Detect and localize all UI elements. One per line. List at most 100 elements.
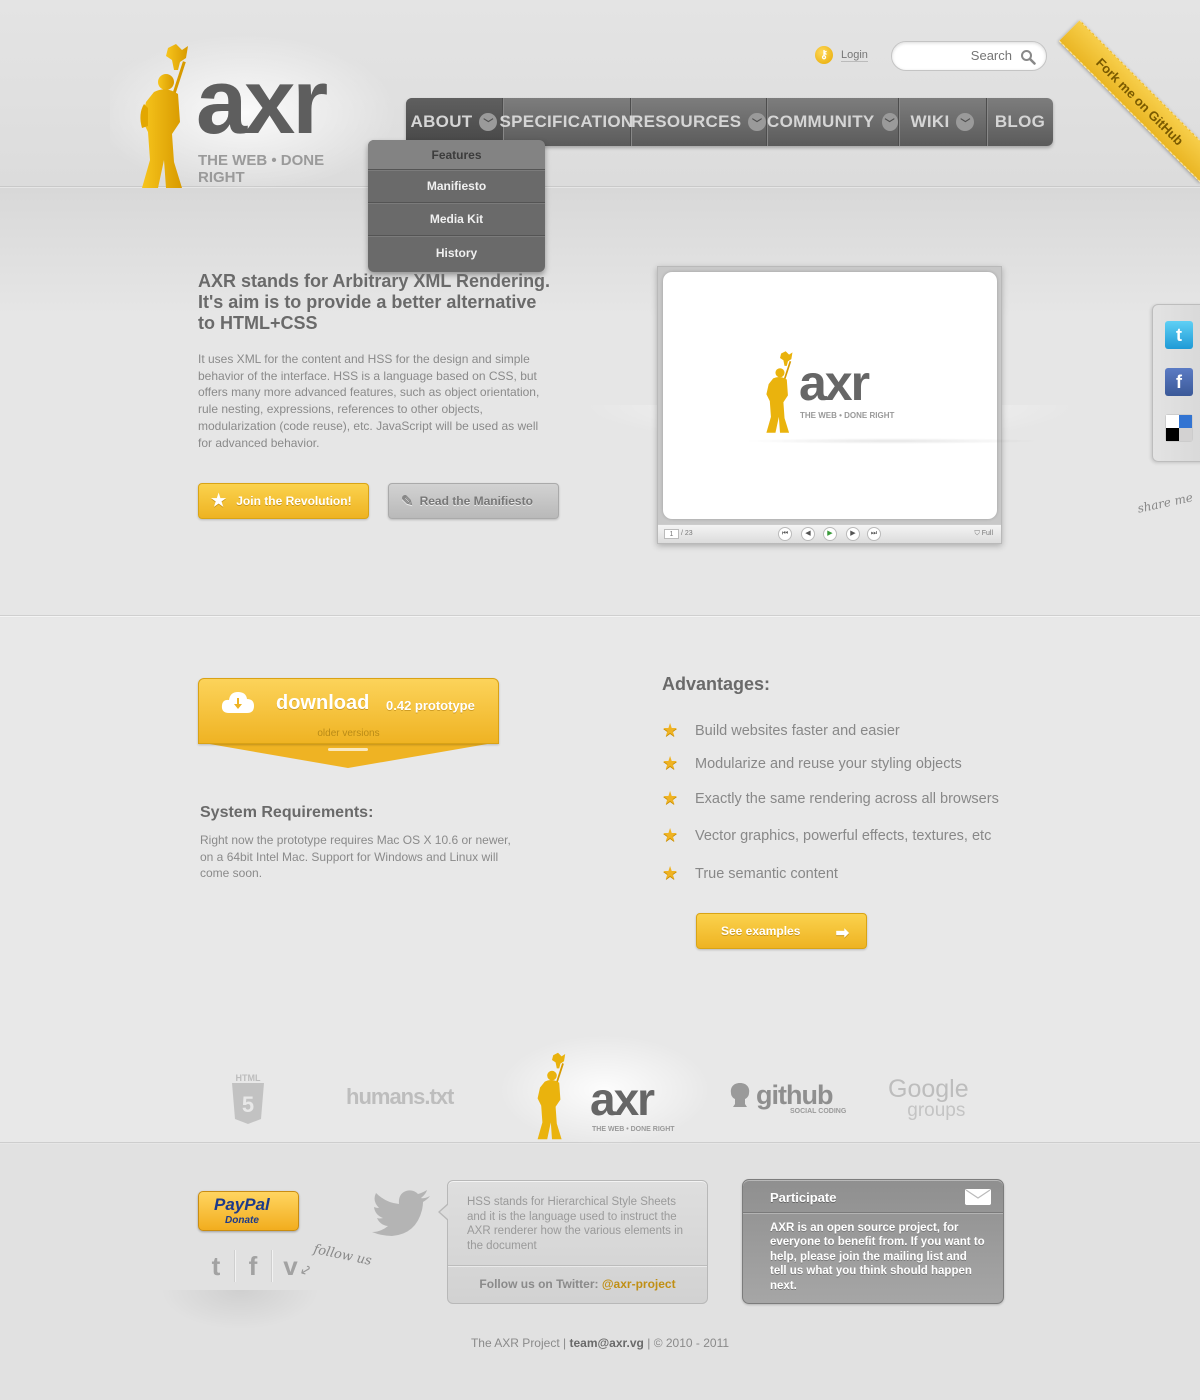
- nav-about-label: ABOUT: [410, 112, 473, 131]
- star-icon: ★: [662, 863, 679, 883]
- search-icon[interactable]: [1020, 49, 1036, 65]
- star-icon: ★: [662, 788, 679, 808]
- twitter-icon[interactable]: t: [198, 1250, 235, 1282]
- fullscreen-label: Full: [981, 530, 993, 537]
- nav-blog-label: BLOG: [994, 112, 1046, 131]
- download-version: 0.42 prototype: [386, 698, 475, 713]
- advantage-item: ★ Exactly the same rendering across all …: [662, 788, 999, 809]
- search-box[interactable]: [891, 41, 1047, 71]
- advantage-text: Exactly the same rendering across all br…: [695, 790, 999, 807]
- paypal-label: PayPal: [214, 1195, 270, 1214]
- github-subtitle: SOCIAL CODING: [790, 1108, 847, 1115]
- nav-about[interactable]: ABOUT ﹀: [406, 98, 503, 146]
- page-number-input[interactable]: 1: [664, 529, 679, 539]
- octocat-icon: [730, 1083, 750, 1107]
- center-logo-tagline: THE WEB • DONE RIGHT: [592, 1126, 675, 1133]
- google-groups-logo[interactable]: Google groups: [888, 1075, 969, 1122]
- advantage-text: True semantic content: [695, 865, 838, 882]
- slideshow-viewer[interactable]: axr THE WEB • DONE RIGHT 1 / 23 ⏮ ◀ ▶ ▶ …: [657, 266, 1043, 544]
- menu-item-history[interactable]: History: [368, 236, 545, 269]
- facebook-icon[interactable]: f: [1165, 368, 1193, 396]
- nav-community[interactable]: COMMUNITY ﹀: [767, 98, 899, 146]
- login-link-group[interactable]: ⚷ Login: [815, 46, 868, 64]
- system-requirements-title: System Requirements:: [200, 804, 374, 821]
- mail-icon[interactable]: [965, 1189, 991, 1205]
- footer-shadow: [160, 1290, 320, 1330]
- cloud-download-icon: [221, 692, 254, 713]
- slide-logo-wordmark: axr: [799, 355, 870, 411]
- site-logo[interactable]: axr THE WEB • DONE RIGHT: [110, 28, 410, 198]
- share-panel: t f: [1152, 304, 1200, 462]
- twitter-icon[interactable]: t: [1165, 321, 1193, 349]
- tweet-text: HSS stands for Hierarchical Style Sheets…: [467, 1196, 684, 1252]
- nav-blog[interactable]: BLOG: [987, 98, 1053, 146]
- older-versions-link[interactable]: older versions: [198, 728, 499, 739]
- center-logo-wordmark: axr: [590, 1073, 655, 1125]
- groups-wordmark: groups: [907, 1100, 966, 1121]
- advantages-title: Advantages:: [662, 674, 771, 694]
- star-icon: ★: [662, 720, 679, 740]
- social-links: t f v: [198, 1250, 309, 1282]
- paypal-donate-button[interactable]: PayPal Donate: [198, 1191, 299, 1231]
- hero-description: It uses XML for the content and HSS for …: [198, 352, 540, 450]
- participate-box: Participate AXR is an open source projec…: [742, 1179, 1004, 1304]
- participate-header: Participate: [743, 1180, 1003, 1213]
- chevron-down-icon: ﹀: [956, 113, 975, 131]
- login-link[interactable]: Login: [841, 49, 868, 62]
- github-logo[interactable]: github SOCIAL CODING: [728, 1082, 846, 1115]
- main-band: [0, 618, 1200, 1038]
- copyright-project: The AXR Project: [470, 1336, 560, 1350]
- join-revolution-label: Join the Revolution!: [236, 494, 352, 508]
- see-examples-button[interactable]: See examples ➡: [696, 913, 867, 949]
- download-button[interactable]: download 0.42 prototype older versions: [198, 678, 499, 770]
- slide-logo: axr THE WEB • DONE RIGHT: [743, 346, 1043, 446]
- slide-logo-shadow: [743, 438, 1043, 444]
- warrior-figure-icon: [140, 44, 188, 188]
- star-icon: ★: [211, 491, 227, 510]
- donate-label: Donate: [225, 1215, 259, 1226]
- about-dropdown-menu: Features Manifiesto Media Kit History: [368, 140, 545, 272]
- advantage-text: Vector graphics, powerful effects, textu…: [695, 827, 992, 844]
- page-total: / 23: [681, 530, 693, 537]
- follow-twitter-line: Follow us on Twitter: @axr-project: [448, 1277, 707, 1291]
- menu-item-manifiesto[interactable]: Manifiesto: [368, 170, 545, 203]
- google-wordmark: Google: [888, 1075, 969, 1103]
- play-icon[interactable]: ▶: [823, 527, 837, 541]
- warrior-figure-icon: [537, 1052, 566, 1140]
- read-manifesto-button[interactable]: ✎ Read the Manifiesto: [388, 483, 559, 519]
- read-manifesto-label: Read the Manifiesto: [419, 494, 533, 508]
- twitter-handle-link[interactable]: @axr-project: [602, 1277, 676, 1291]
- follow-twitter-label: Follow us on Twitter:: [479, 1277, 599, 1291]
- participate-text: AXR is an open source project, for every…: [770, 1222, 985, 1292]
- warrior-figure-icon: [766, 351, 793, 433]
- advantage-text: Modularize and reuse your styling object…: [695, 755, 962, 772]
- previous-slide-icon[interactable]: ◀: [801, 527, 815, 541]
- menu-item-features[interactable]: Features: [368, 140, 545, 170]
- fullscreen-button[interactable]: ⛉ Full: [975, 530, 993, 538]
- logo-tagline: THE WEB • DONE RIGHT: [198, 152, 325, 186]
- github-wordmark: github: [756, 1080, 833, 1110]
- contact-email-link[interactable]: team@axr.vg: [569, 1336, 643, 1350]
- nav-specification[interactable]: SPECIFICATION: [499, 98, 634, 146]
- star-icon: ★: [662, 825, 679, 845]
- nav-resources-label: RESOURCES: [631, 112, 742, 131]
- search-input[interactable]: [904, 48, 1012, 63]
- system-requirements-text: Right now the prototype requires Mac OS …: [200, 833, 511, 880]
- first-slide-icon[interactable]: ⏮: [778, 527, 792, 541]
- facebook-icon[interactable]: f: [235, 1250, 272, 1282]
- humans-txt-logo[interactable]: humans.txt: [346, 1084, 454, 1110]
- html5-label: HTML: [235, 1073, 261, 1083]
- join-revolution-button[interactable]: ★ Join the Revolution!: [198, 483, 369, 519]
- last-slide-icon[interactable]: ⏭: [867, 527, 881, 541]
- nav-specification-label: SPECIFICATION: [499, 112, 634, 131]
- download-notch: [328, 748, 368, 751]
- menu-item-media-kit[interactable]: Media Kit: [368, 203, 545, 236]
- nav-resources[interactable]: RESOURCES ﹀: [631, 98, 767, 146]
- nav-wiki[interactable]: WIKI ﹀: [899, 98, 987, 146]
- main-nav: ABOUT ﹀ SPECIFICATION RESOURCES ﹀ COMMUN…: [406, 98, 1053, 146]
- html5-logo[interactable]: HTML 5: [230, 1073, 266, 1130]
- delicious-icon[interactable]: [1165, 414, 1193, 442]
- arrow-right-icon: ➡: [835, 925, 849, 942]
- next-slide-icon[interactable]: ▶: [846, 527, 860, 541]
- axr-partner-logo[interactable]: axr THE WEB • DONE RIGHT: [490, 1030, 720, 1150]
